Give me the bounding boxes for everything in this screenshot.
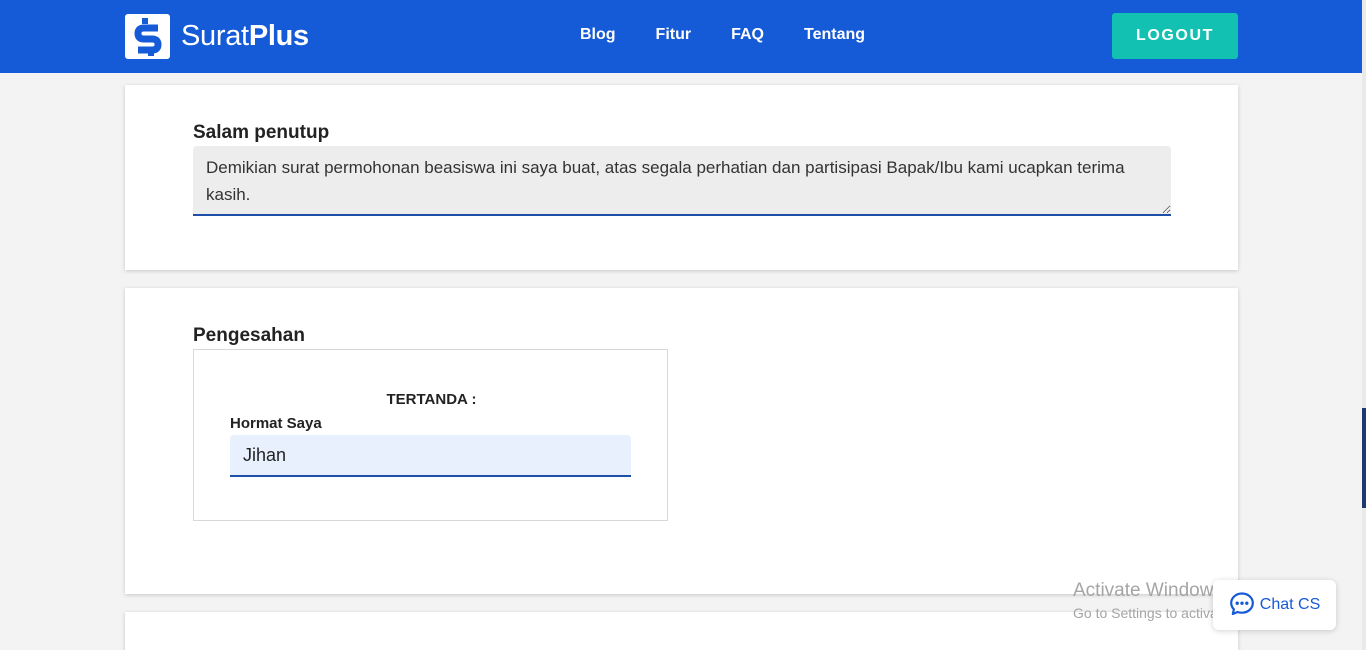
scrollbar-thumb[interactable]	[1362, 408, 1366, 508]
signature-box: TERTANDA : Hormat Saya	[193, 349, 668, 521]
approval-title: Pengesahan	[193, 325, 305, 346]
closing-title: Salam penutup	[193, 122, 330, 143]
approval-card: Pengesahan TERTANDA : Hormat Saya	[125, 288, 1238, 594]
nav-tentang[interactable]: Tentang	[804, 26, 865, 44]
logo-link[interactable]: SuratPlus	[125, 14, 309, 59]
tertanda-label: TERTANDA :	[386, 391, 477, 408]
main-nav: Blog Fitur FAQ Tentang	[580, 26, 865, 44]
closing-textarea[interactable]: Demikian surat permohonan beasiswa ini s…	[193, 146, 1171, 216]
s-logo-icon	[125, 14, 170, 59]
next-card	[125, 612, 1238, 650]
nav-fitur[interactable]: Fitur	[656, 26, 692, 44]
chat-bubble-icon	[1229, 591, 1255, 620]
signer-name-input[interactable]	[230, 435, 631, 477]
page-scrollbar[interactable]	[1362, 0, 1366, 650]
chat-cs-label: Chat CS	[1259, 596, 1321, 613]
nav-faq[interactable]: FAQ	[731, 26, 764, 44]
closing-card: Salam penutup Demikian surat permohonan …	[125, 85, 1238, 270]
chat-cs-button[interactable]: Chat CS	[1213, 580, 1336, 630]
navbar: SuratPlus Blog Fitur FAQ Tentang LOGOUT	[0, 0, 1362, 73]
logout-button[interactable]: LOGOUT	[1112, 13, 1238, 59]
nav-blog[interactable]: Blog	[580, 26, 616, 44]
brand-name: SuratPlus	[181, 20, 309, 52]
hormat-saya-label: Hormat Saya	[230, 415, 322, 432]
